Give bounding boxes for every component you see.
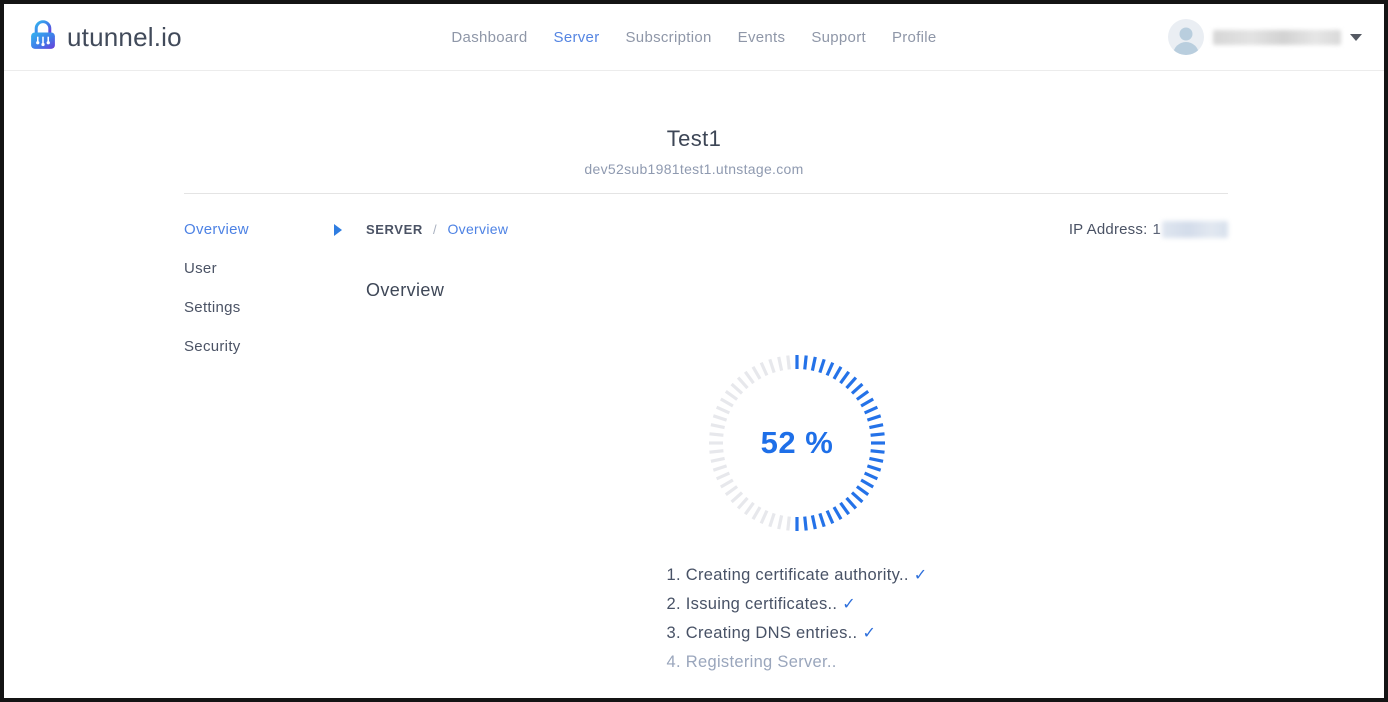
nav-server[interactable]: Server <box>554 29 600 46</box>
avatar <box>1168 19 1204 55</box>
nav-subscription[interactable]: Subscription <box>625 29 711 46</box>
nav-dashboard[interactable]: Dashboard <box>451 29 527 46</box>
provisioning-progress-ring: 52 % <box>705 351 889 535</box>
ip-address-label: IP Address: <box>1069 221 1148 238</box>
nav-support[interactable]: Support <box>811 29 866 46</box>
breadcrumb-separator: / <box>433 222 437 237</box>
breadcrumb-server: SERVER <box>366 222 423 237</box>
breadcrumb: SERVER / Overview <box>366 221 508 237</box>
breadcrumb-overview-link[interactable]: Overview <box>447 221 508 237</box>
brand-name: utunnel.io <box>67 22 182 53</box>
check-icon: ✓ <box>842 596 856 613</box>
sidebar-item-security[interactable]: Security <box>184 338 334 355</box>
ip-address: IP Address: 1 <box>1069 221 1228 238</box>
ip-address-partial: 1 <box>1152 221 1161 238</box>
provisioning-steps: 1. Creating certificate authority..✓ 2. … <box>667 561 928 677</box>
user-account-menu[interactable] <box>1168 19 1362 55</box>
main-content: SERVER / Overview IP Address: 1 Overview… <box>366 221 1228 677</box>
sidebar-item-user[interactable]: User <box>184 260 334 277</box>
check-icon: ✓ <box>862 625 876 642</box>
ip-address-redacted <box>1162 221 1228 238</box>
server-header: Test1 dev52sub1981test1.utnstage.com <box>4 71 1384 177</box>
sidebar: Overview User Settings Security <box>184 221 334 677</box>
nav-events[interactable]: Events <box>738 29 786 46</box>
brand-logo[interactable]: utunnel.io <box>26 18 182 57</box>
step-issuing-certificates: 2. Issuing certificates..✓ <box>667 590 928 619</box>
sidebar-item-settings[interactable]: Settings <box>184 299 334 316</box>
step-creating-certificate-authority: 1. Creating certificate authority..✓ <box>667 561 928 590</box>
sidebar-collapse-icon[interactable] <box>334 224 342 236</box>
padlock-logo-icon <box>26 18 60 57</box>
server-subdomain: dev52sub1981test1.utnstage.com <box>4 161 1384 177</box>
chevron-down-icon <box>1350 34 1362 41</box>
check-icon: ✓ <box>914 567 928 584</box>
progress-percent: 52 % <box>705 351 889 535</box>
nav-profile[interactable]: Profile <box>892 29 937 46</box>
step-registering-server: 4. Registering Server.. <box>667 648 928 677</box>
app-window: utunnel.io Dashboard Server Subscription… <box>0 0 1388 702</box>
user-name-redacted <box>1213 30 1341 45</box>
sidebar-item-overview[interactable]: Overview <box>184 221 334 238</box>
main-nav: Dashboard Server Subscription Events Sup… <box>451 4 936 71</box>
top-nav-bar: utunnel.io Dashboard Server Subscription… <box>4 4 1384 71</box>
section-title: Overview <box>366 280 1228 301</box>
step-creating-dns-entries: 3. Creating DNS entries..✓ <box>667 619 928 648</box>
server-title: Test1 <box>4 126 1384 152</box>
